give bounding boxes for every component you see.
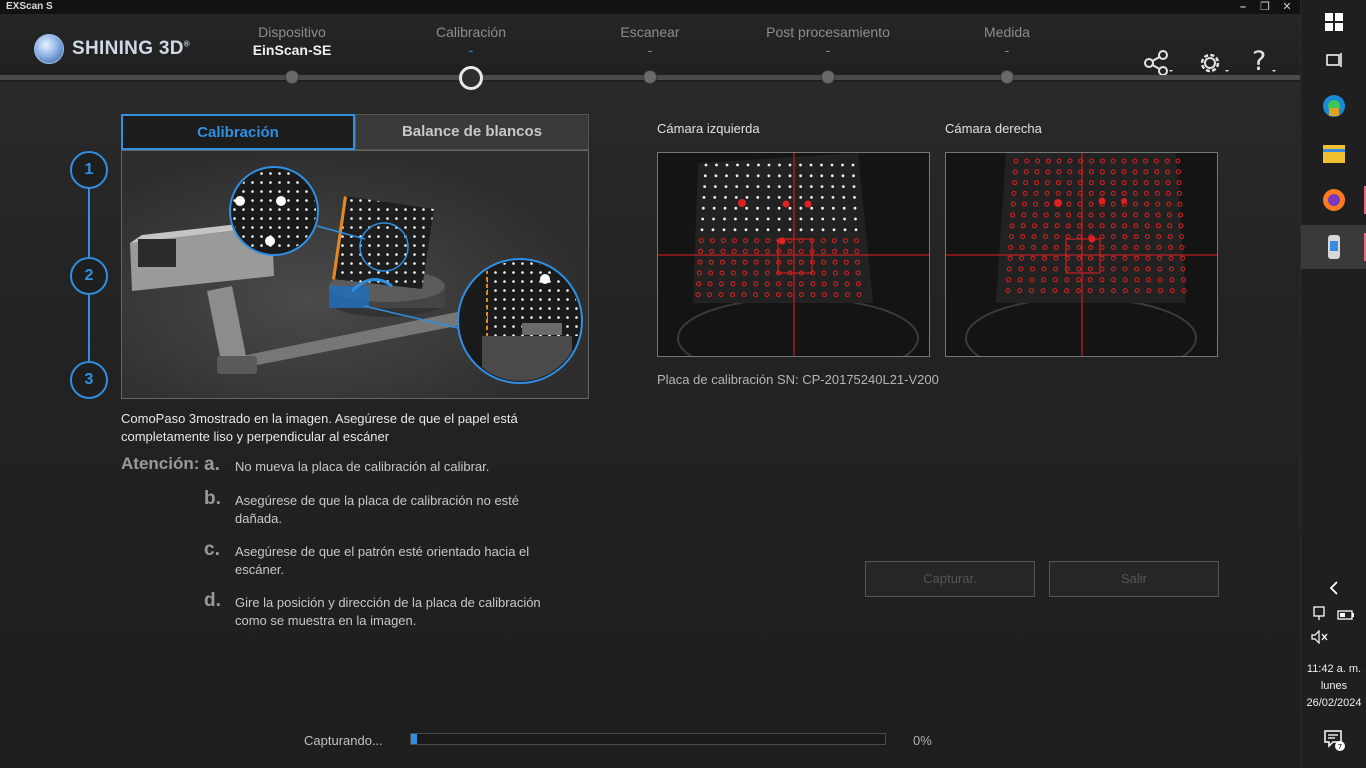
left-camera-view xyxy=(657,152,930,357)
step-calibracion[interactable]: Calibración - xyxy=(371,24,571,58)
brand-name: SHINING 3D xyxy=(72,38,184,59)
step-dot[interactable] xyxy=(1000,70,1014,84)
note-text-c: Asegúrese de que el patrón esté orientad… xyxy=(235,544,530,577)
note-text-d: Gire la posición y dirección de la placa… xyxy=(235,595,541,628)
step-label: Escanear xyxy=(620,24,680,40)
step-label: Dispositivo xyxy=(258,24,326,40)
logo: SHINING 3D® xyxy=(34,34,190,64)
chevron-left-icon[interactable] xyxy=(1301,580,1366,601)
step-value: - xyxy=(1004,42,1010,58)
exscan-app-icon[interactable] xyxy=(1301,225,1366,269)
step-value: EinScan-SE xyxy=(252,42,332,58)
progress-fill xyxy=(411,734,417,744)
note-text-b: Asegúrese de que la placa de calibración… xyxy=(235,493,520,526)
globe-logo-icon xyxy=(34,34,64,64)
system-clock[interactable]: 11:42 a. m. lunes 26/02/2024 xyxy=(1301,661,1366,712)
volume-muted-icon[interactable] xyxy=(1301,629,1366,649)
note-letter-a: a. xyxy=(204,454,220,475)
file-explorer-icon[interactable] xyxy=(1301,131,1366,175)
step-label: Calibración xyxy=(435,24,507,40)
minimize-button[interactable]: – xyxy=(1232,0,1254,14)
close-button[interactable]: ✕ xyxy=(1276,0,1298,14)
edge-icon[interactable] xyxy=(1301,84,1366,128)
step-number-2[interactable]: 2 xyxy=(70,257,108,295)
note-letter-c: c. xyxy=(204,539,220,560)
step-dot[interactable] xyxy=(285,70,299,84)
tab-calibracion[interactable]: Calibración xyxy=(121,114,355,150)
step-post-procesamiento[interactable]: Post procesamiento - xyxy=(728,24,928,58)
step-medida[interactable]: Medida - xyxy=(907,24,1107,58)
notification-icon[interactable]: 7 xyxy=(1301,728,1366,757)
step-number-3[interactable]: 3 xyxy=(70,361,108,399)
window-title: EXScan S xyxy=(6,1,53,12)
step-value: - xyxy=(825,42,831,58)
clock-time: 11:42 a. m. xyxy=(1306,663,1362,675)
network-icon[interactable] xyxy=(1311,606,1327,625)
exit-button[interactable]: Salir xyxy=(1049,561,1219,597)
step-escanear[interactable]: Escanear - xyxy=(550,24,750,58)
step-label: Post procesamiento xyxy=(766,24,890,40)
title-bar: EXScan S – ❐ ✕ xyxy=(0,0,1300,14)
calibration-plate-serial: Placa de calibración SN: CP-20175240L21-… xyxy=(657,372,939,387)
tab-balance-de-blancos[interactable]: Balance de blancos xyxy=(355,114,589,150)
windows-taskbar: 11:42 a. m. lunes 26/02/2024 7 xyxy=(1300,0,1366,768)
step-value: - xyxy=(468,42,474,58)
calibration-illustration xyxy=(121,150,589,399)
capture-progress-bar xyxy=(410,733,886,745)
clock-date: 26/02/2024 xyxy=(1306,697,1362,709)
attention-label: Atención: xyxy=(121,454,200,473)
app-window: EXScan S – ❐ ✕ SHINING 3D® Dispositivo E… xyxy=(0,0,1300,768)
step-label: Medida xyxy=(984,24,1030,40)
svg-text:?: ? xyxy=(1252,46,1266,76)
step-dot-active[interactable] xyxy=(459,66,483,90)
restore-button[interactable]: ❐ xyxy=(1254,0,1276,14)
registered-mark: ® xyxy=(183,39,190,49)
progress-percent: 0% xyxy=(913,733,932,748)
task-view-icon[interactable] xyxy=(1301,38,1366,82)
note-letter-b: b. xyxy=(204,488,221,509)
clock-day: lunes xyxy=(1320,680,1348,692)
notification-count: 7 xyxy=(1338,743,1342,751)
firefox-icon[interactable] xyxy=(1301,178,1366,222)
left-camera-label: Cámara izquierda xyxy=(657,121,760,136)
right-camera-view xyxy=(945,152,1218,357)
step-dot[interactable] xyxy=(643,70,657,84)
capture-status-label: Capturando... xyxy=(304,733,383,748)
step-number-1[interactable]: 1 xyxy=(70,151,108,189)
note-text-a: No mueva la placa de calibración al cali… xyxy=(235,459,490,474)
step-dot[interactable] xyxy=(821,70,835,84)
right-camera-label: Cámara derecha xyxy=(945,121,1042,136)
note-letter-d: d. xyxy=(204,590,221,611)
instruction-text: ComoPaso 3mostrado en la imagen. Asegúre… xyxy=(121,411,518,444)
capture-button[interactable]: Capturar. xyxy=(865,561,1035,597)
battery-icon[interactable] xyxy=(1337,608,1355,625)
step-dispositivo[interactable]: Dispositivo EinScan-SE xyxy=(192,24,392,58)
step-value: - xyxy=(647,42,653,58)
